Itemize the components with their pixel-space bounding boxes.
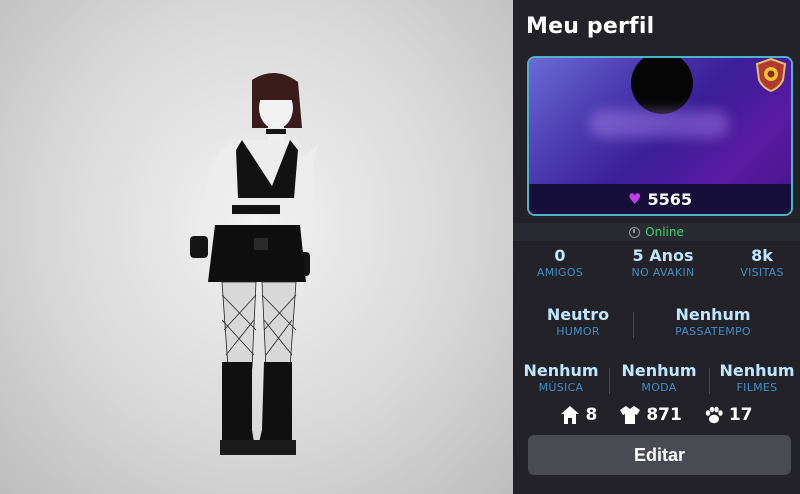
- online-status: Online: [513, 223, 800, 241]
- stat-value: 0: [554, 246, 566, 265]
- edit-button[interactable]: Editar: [528, 435, 791, 475]
- stat-label: NO AVAKIN: [631, 266, 695, 279]
- avatar-viewport[interactable]: [0, 0, 513, 494]
- stat-years: 5 Anos NO AVAKIN: [613, 246, 713, 279]
- stat-friends[interactable]: 0 AMIGOS: [521, 246, 599, 279]
- page-title: Meu perfil: [526, 14, 655, 39]
- hearts-count: 5565: [647, 189, 692, 209]
- stat-fashion[interactable]: Nenhum MODA: [613, 361, 705, 394]
- stat-value: 5 Anos: [632, 246, 694, 265]
- stat-label: VISITAS: [740, 266, 784, 279]
- paw-icon: [705, 406, 723, 424]
- stat-hobby[interactable]: Nenhum PASSATEMPO: [653, 305, 773, 338]
- stat-label: FILMES: [736, 381, 778, 394]
- stat-value: 8k: [751, 246, 773, 265]
- hearts-bar: ♥ 5565: [529, 184, 791, 214]
- profile-card[interactable]: ♥ 5565: [527, 56, 793, 216]
- count-value: 17: [728, 405, 753, 425]
- status-text: Online: [645, 225, 684, 239]
- avatar-figure: [190, 72, 320, 455]
- divider: [609, 368, 610, 394]
- stat-visits: 8k VISITAS: [725, 246, 799, 279]
- blurred-username: [589, 110, 729, 138]
- count-value: 8: [585, 405, 598, 425]
- stat-label: PASSATEMPO: [675, 325, 751, 338]
- outfits-count[interactable]: 871: [619, 405, 682, 425]
- stat-movies[interactable]: Nenhum FILMES: [713, 361, 800, 394]
- count-value: 871: [646, 405, 682, 425]
- stat-label: MÚSICA: [538, 381, 584, 394]
- homes-count[interactable]: 8: [560, 405, 597, 425]
- heart-icon: ♥: [628, 189, 642, 208]
- stat-value: Nenhum: [675, 305, 751, 324]
- house-icon: [561, 406, 580, 424]
- divider: [709, 368, 710, 394]
- stat-value: Nenhum: [719, 361, 795, 380]
- shirt-icon: [620, 406, 641, 424]
- stat-value: Nenhum: [621, 361, 697, 380]
- pets-count[interactable]: 17: [704, 405, 753, 425]
- stat-label: MODA: [641, 381, 677, 394]
- shield-badge-icon[interactable]: [755, 58, 787, 92]
- stat-label: AMIGOS: [536, 266, 584, 279]
- stat-mood[interactable]: Neutro HUMOR: [523, 305, 633, 338]
- profile-panel: Meu perfil ♥ 5565 Online 0 AMIGOS 5 Anos…: [513, 0, 800, 494]
- stat-music[interactable]: Nenhum MÚSICA: [517, 361, 605, 394]
- stat-value: Nenhum: [523, 361, 599, 380]
- divider: [633, 312, 634, 338]
- stat-value: Neutro: [546, 305, 610, 324]
- clock-icon: [629, 226, 641, 238]
- counts-row: 8 871 17: [513, 401, 800, 429]
- stat-label: HUMOR: [556, 325, 600, 338]
